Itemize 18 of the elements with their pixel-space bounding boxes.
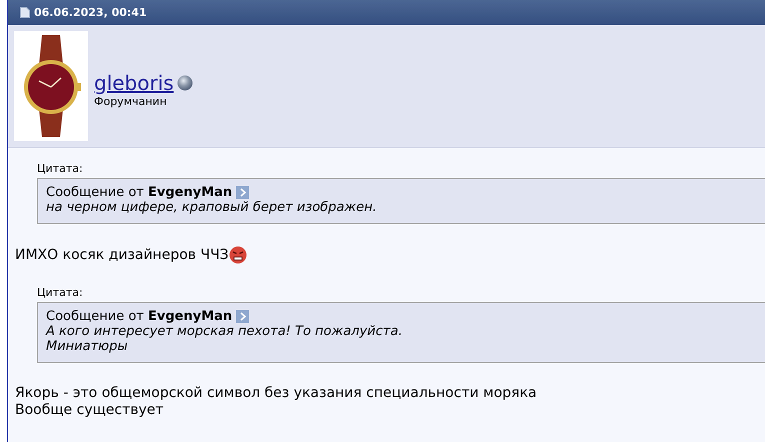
status-icon <box>176 74 193 90</box>
post-date: 06.06.2023, 00:41 <box>34 6 147 19</box>
chevron-right-icon[interactable] <box>236 186 250 199</box>
quote-text: Миниатюры <box>46 339 129 354</box>
username-link[interactable]: gleboris <box>94 70 174 94</box>
quote-text: на черном цифере, краповый берет изображен. <box>46 200 378 215</box>
user-rank: Форумчанин <box>94 94 168 108</box>
chevron-right-icon[interactable] <box>236 310 250 323</box>
post-text: Якорь - это общеморской символ без указания специальности моряка <box>15 385 537 402</box>
angry-face-icon <box>228 246 247 264</box>
quote-text: А кого интересует морская пехота! То пожалуйста. <box>46 324 404 339</box>
quote-author: Сообщение от EvgenyMan <box>46 309 232 324</box>
quote-label: Цитата: <box>37 286 84 299</box>
document-icon <box>20 7 30 18</box>
post-text: ИМХО косяк дизайнеров ЧЧЗ <box>15 246 229 264</box>
post-text: Вообще существует <box>15 402 164 419</box>
quote-author: Сообщение от EvgenyMan <box>46 185 232 200</box>
quote-label: Цитата: <box>37 162 84 175</box>
